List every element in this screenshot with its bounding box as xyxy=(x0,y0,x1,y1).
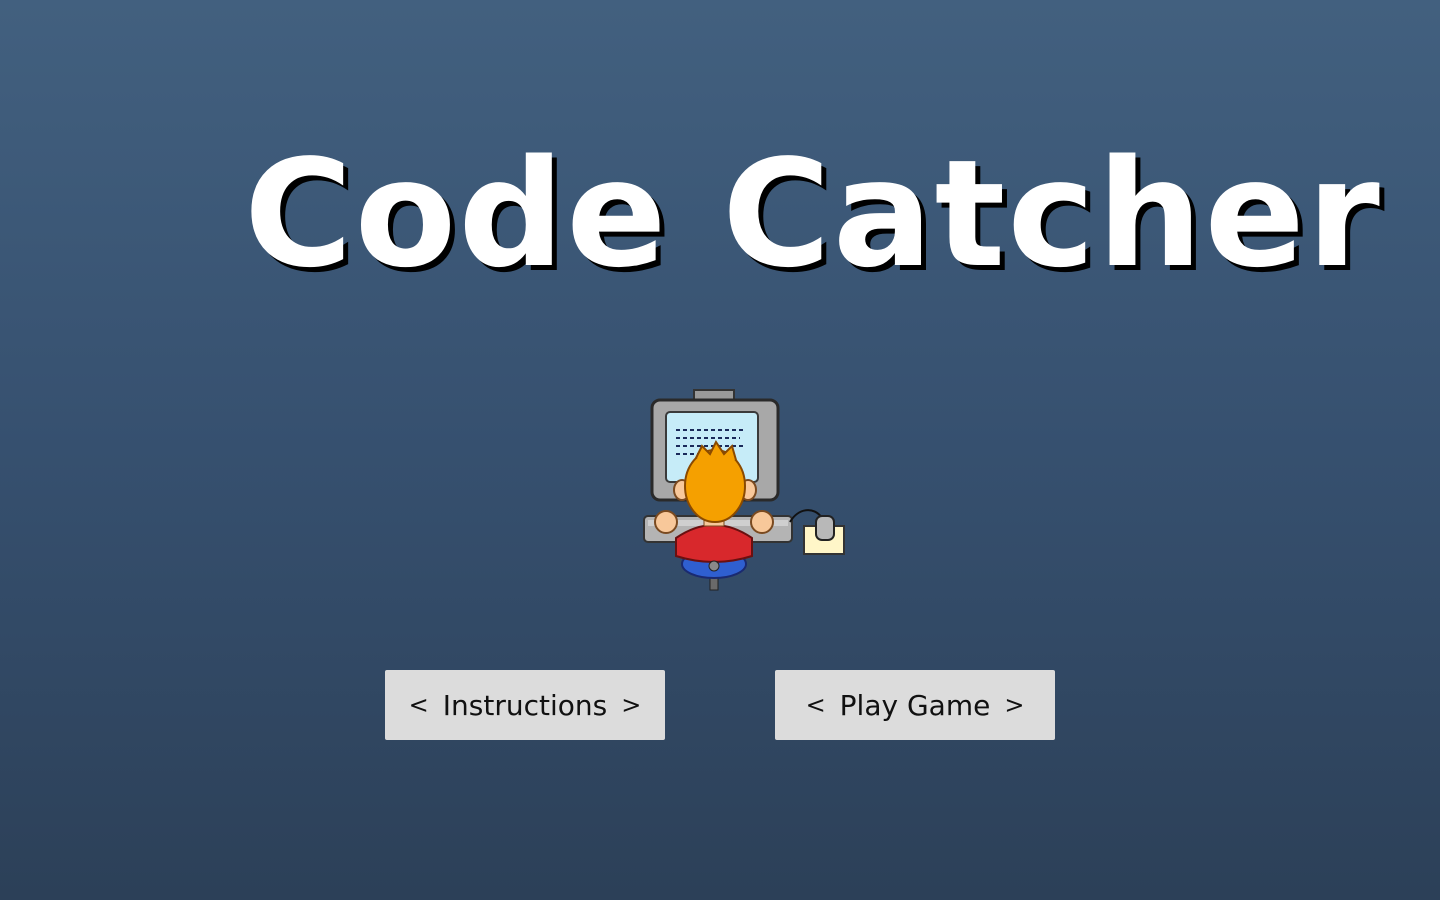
instructions-button[interactable]: < Instructions > xyxy=(385,670,665,740)
game-title: Code Catcher xyxy=(244,128,1382,300)
play-game-button[interactable]: < Play Game > xyxy=(775,670,1055,740)
chevron-right-icon: > xyxy=(621,691,642,719)
play-game-label: Play Game xyxy=(839,688,991,722)
chevron-left-icon: < xyxy=(408,691,429,719)
chevron-right-icon: > xyxy=(1004,691,1025,719)
instructions-label: Instructions xyxy=(442,688,608,722)
programmer-at-computer-icon xyxy=(640,388,850,594)
chevron-left-icon: < xyxy=(805,691,826,719)
